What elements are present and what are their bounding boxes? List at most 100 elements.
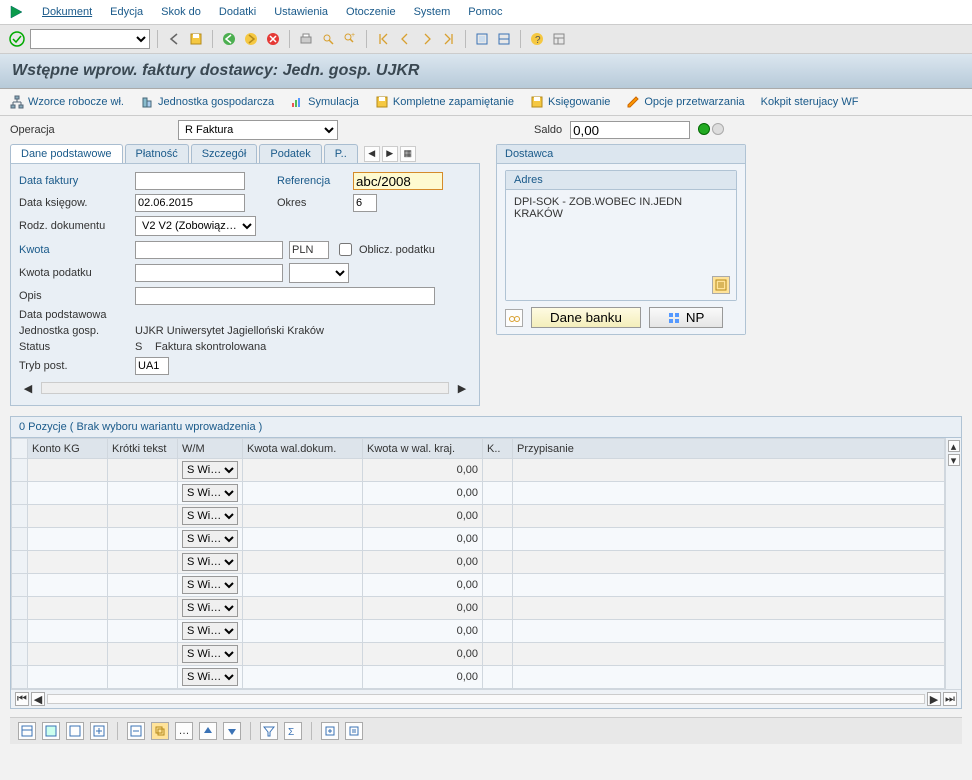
cell-k[interactable] [483,551,513,574]
bt-more-icon[interactable]: … [175,722,193,740]
cell-przypisanie[interactable] [513,620,945,643]
col-k[interactable]: K.. [483,439,513,459]
cell-krotki-tekst[interactable] [108,482,178,505]
table-row[interactable]: S Wi…0,00 [12,666,945,689]
col-kwota-dokum[interactable]: Kwota wal.dokum. [243,439,363,459]
cell-k[interactable] [483,620,513,643]
bt-deselect-all-icon[interactable] [66,722,84,740]
calc-tax-checkbox[interactable] [339,243,352,256]
cell-konto-kg[interactable] [28,528,108,551]
table-row[interactable]: S Wi…0,00 [12,574,945,597]
bt-filter-icon[interactable] [260,722,278,740]
cell-kwota-kraj[interactable]: 0,00 [363,459,483,482]
cell-przypisanie[interactable] [513,505,945,528]
operation-combo[interactable]: R Faktura [178,120,338,140]
table-row[interactable]: S Wi…0,00 [12,505,945,528]
tax-code-combo[interactable] [289,263,349,283]
cell-kwota-kraj[interactable]: 0,00 [363,597,483,620]
cell-k[interactable] [483,528,513,551]
new-session-icon[interactable] [473,30,491,48]
cell-wm[interactable]: S Wi… [178,551,243,574]
cell-konto-kg[interactable] [28,574,108,597]
find-icon[interactable] [319,30,337,48]
cell-wm[interactable]: S Wi… [178,666,243,689]
text-field[interactable] [135,287,435,305]
table-row[interactable]: S Wi…0,00 [12,528,945,551]
wm-combo[interactable]: S Wi… [182,484,238,502]
bt-sort-desc-icon[interactable] [223,722,241,740]
cell-kwota-dokum[interactable] [243,597,363,620]
bt-select-all-icon[interactable] [42,722,60,740]
wm-combo[interactable]: S Wi… [182,576,238,594]
cell-przypisanie[interactable] [513,666,945,689]
cell-kwota-dokum[interactable] [243,666,363,689]
cell-krotki-tekst[interactable] [108,528,178,551]
cell-wm[interactable]: S Wi… [178,643,243,666]
wm-combo[interactable]: S Wi… [182,507,238,525]
panel-scroll-right-icon[interactable]: ▶ [453,379,471,397]
wm-combo[interactable]: S Wi… [182,668,238,686]
cell-kwota-dokum[interactable] [243,528,363,551]
cell-przypisanie[interactable] [513,482,945,505]
layout-icon[interactable] [550,30,568,48]
cell-kwota-dokum[interactable] [243,620,363,643]
action-wzorce-robocze[interactable]: Wzorce robocze wł. [10,95,124,109]
cell-krotki-tekst[interactable] [108,666,178,689]
shortcut-icon[interactable] [495,30,513,48]
row-selector[interactable] [12,505,28,528]
cell-kwota-kraj[interactable]: 0,00 [363,482,483,505]
row-selector[interactable] [12,459,28,482]
cell-krotki-tekst[interactable] [108,574,178,597]
cell-k[interactable] [483,643,513,666]
table-row[interactable]: S Wi…0,00 [12,643,945,666]
reference-field[interactable] [353,172,443,190]
grid-scroll-down-icon[interactable]: ▾ [948,454,960,466]
cell-kwota-dokum[interactable] [243,643,363,666]
col-konto-kg[interactable]: Konto KG [28,439,108,459]
panel-scrollbar[interactable] [41,382,449,394]
wm-combo[interactable]: S Wi… [182,645,238,663]
table-row[interactable]: S Wi…0,00 [12,459,945,482]
bt-insert-row-icon[interactable] [90,722,108,740]
invoice-date-field[interactable] [135,172,245,190]
menu-skok-do[interactable]: Skok do [161,6,201,18]
cell-kwota-dokum[interactable] [243,574,363,597]
tab-szczegol[interactable]: Szczegół [191,144,258,163]
cell-krotki-tekst[interactable] [108,505,178,528]
address-details-button[interactable] [712,276,730,294]
wm-combo[interactable]: S Wi… [182,530,238,548]
row-selector[interactable] [12,620,28,643]
cell-kwota-dokum[interactable] [243,505,363,528]
menu-ustawienia[interactable]: Ustawienia [274,6,328,18]
cell-konto-kg[interactable] [28,551,108,574]
cell-wm[interactable]: S Wi… [178,597,243,620]
menu-otoczenie[interactable]: Otoczenie [346,6,396,18]
col-kwota-kraj[interactable]: Kwota w wal. kraj. [363,439,483,459]
entry-mode-field[interactable] [135,357,169,375]
enter-button[interactable] [8,30,26,48]
table-row[interactable]: S Wi… 0,00 [12,482,945,505]
cell-krotki-tekst[interactable] [108,551,178,574]
row-selector[interactable] [12,528,28,551]
bt-total-icon[interactable]: Σ [284,722,302,740]
bt-details-icon[interactable] [345,722,363,740]
cell-k[interactable] [483,597,513,620]
action-kompletne-zapamietanie[interactable]: Kompletne zapamiętanie [375,95,514,109]
menu-dodatki[interactable]: Dodatki [219,6,256,18]
help-icon[interactable]: ? [528,30,546,48]
cancel-icon[interactable] [264,30,282,48]
bank-data-button[interactable]: Dane banku [531,307,641,328]
bt-delete-row-icon[interactable] [127,722,145,740]
cell-konto-kg[interactable] [28,505,108,528]
bt-sort-asc-icon[interactable] [199,722,217,740]
next-page-icon[interactable] [418,30,436,48]
tab-scroll-right[interactable]: ▶ [382,146,398,162]
cell-przypisanie[interactable] [513,643,945,666]
posting-date-field[interactable] [135,194,245,212]
menu-edycja[interactable]: Edycja [110,6,143,18]
cell-przypisanie[interactable] [513,528,945,551]
wm-combo[interactable]: S Wi… [182,553,238,571]
vendor-info-button[interactable] [505,309,523,327]
bt-layout-icon[interactable] [18,722,36,740]
panel-scroll-left-icon[interactable]: ◀ [19,379,37,397]
